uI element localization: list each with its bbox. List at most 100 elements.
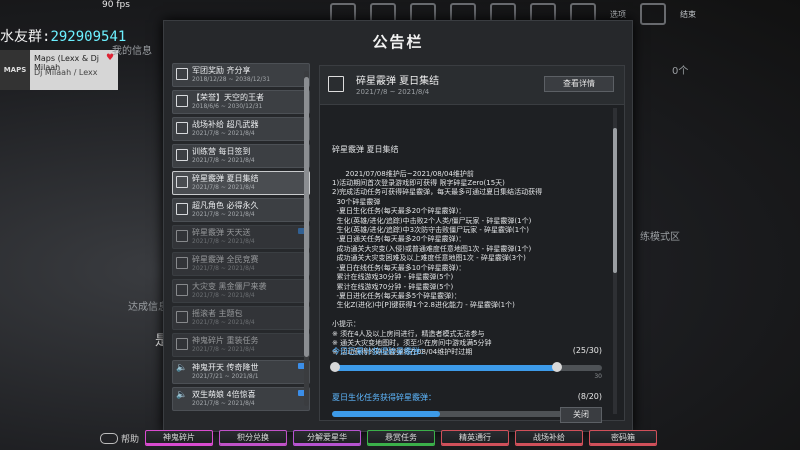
progress-bar: 30 [330, 362, 602, 380]
announcement-item[interactable]: 军团奖励 齐分享 2018/12/28 ~ 2038/12/31 [172, 63, 310, 87]
announcement-date: 2021/7/8 ~ 2021/8/4 [192, 400, 255, 407]
announcement-date: 2021/7/8 ~ 2021/8/4 [192, 184, 255, 191]
announcement-title: 碎星霰弹 夏日集结 [192, 174, 259, 183]
bottom-button[interactable]: 战场补给 [515, 430, 584, 446]
progress-end-tick: 30 [594, 373, 602, 380]
calendar-icon [176, 311, 188, 323]
progress-fill [332, 411, 440, 417]
announcement-item[interactable]: 碎星霰弹 夏日集结 2021/7/8 ~ 2021/8/4 [172, 171, 310, 195]
announcement-date: 2021/7/21 ~ 2021/8/1 [192, 373, 259, 380]
bottom-bar: 帮助 神鬼碎片 积分兑换 分解爱星华 悬赏任务 精英通行 战场补给 密码箱 [100, 426, 800, 450]
detail-scrollbar[interactable] [613, 108, 617, 414]
calendar-icon [176, 203, 188, 215]
bottom-button[interactable]: 分解爱星华 [293, 430, 362, 446]
announcement-item[interactable]: 【荣誉】天空的王者 2018/6/6 ~ 2030/12/31 [172, 90, 310, 114]
detail-title: 碎星霰弹 夏日集结 [356, 76, 440, 87]
bottom-button[interactable]: 悬赏任务 [367, 430, 436, 446]
announcement-date: 2021/7/8 ~ 2021/8/4 [192, 346, 255, 353]
announcement-item[interactable]: 🔈 双生萌娘 4倍惊喜 2021/7/8 ~ 2021/8/4 [172, 387, 310, 411]
count-label: 0个 [672, 66, 689, 77]
announcement-title: 神鬼碎片 重装任务 [192, 336, 259, 345]
announcement-item[interactable]: 碎星霰弹 天天送 2021/7/8 ~ 2021/8/4 [172, 225, 310, 249]
close-button[interactable]: 关闭 [560, 407, 602, 423]
announcement-title: 【荣誉】天空的王者 [192, 93, 264, 102]
announcement-item[interactable]: 超凡角色 必得永久 2021/7/8 ~ 2021/8/4 [172, 198, 310, 222]
progress-value: (25/30) [572, 346, 602, 355]
announcement-item[interactable]: 训练营 每日签到 2021/7/8 ~ 2021/8/4 [172, 144, 310, 168]
announcement-title: 摇滚者 主题包 [192, 309, 243, 318]
announcement-item[interactable]: 战场补给 超凡武器 2021/7/8 ~ 2021/8/4 [172, 117, 310, 141]
calendar-icon [176, 338, 188, 350]
calendar-icon [176, 230, 188, 242]
calendar-icon [176, 68, 188, 80]
fps-counter: 90 fps [102, 0, 130, 10]
help-button[interactable]: 帮助 [100, 432, 139, 445]
detail-heading: 碎星霰弹 夏日集结 [332, 144, 399, 154]
side-mode-label: 练模式区 [640, 232, 680, 243]
announcement-title: 军团奖励 齐分享 [192, 66, 251, 75]
announcement-date: 2021/7/8 ~ 2021/8/4 [192, 157, 255, 164]
stream-logo: MAPS [0, 50, 30, 90]
detail-date: 2021/7/8 ~ 2021/8/4 [356, 88, 430, 96]
calendar-icon [176, 284, 188, 296]
announcement-item[interactable]: 🔈 神鬼开天 传奇降世 2021/7/21 ~ 2021/8/1 [172, 360, 310, 384]
announcement-item[interactable]: 大灾变 黑金僵尸来袭 2021/7/8 ~ 2021/8/4 [172, 279, 310, 303]
progress-value: (8/20) [577, 392, 602, 401]
help-label: 帮助 [121, 434, 140, 445]
calendar-icon [176, 257, 188, 269]
announcement-date: 2021/7/8 ~ 2021/8/4 [192, 130, 255, 137]
announcement-date: 2018/6/6 ~ 2030/12/31 [192, 103, 263, 110]
announcement-list: 军团奖励 齐分享 2018/12/28 ~ 2038/12/31 【荣誉】天空的王者… [172, 63, 310, 419]
options-label[interactable]: 选项 [610, 9, 626, 20]
announcement-date: 2021/7/8 ~ 2021/8/4 [192, 211, 255, 218]
qq-group-overlay: 水友群:292909541 [0, 26, 126, 46]
power-icon[interactable] [640, 3, 666, 25]
speaker-icon: 🔈 [176, 390, 188, 400]
announcement-item[interactable]: 碎星霰弹 全民竞赛 2021/7/8 ~ 2021/8/4 [172, 252, 310, 276]
progress-fill [332, 365, 557, 371]
announcement-title: 双生萌娘 4倍惊喜 [192, 390, 256, 399]
progress-start-knob [330, 362, 340, 372]
bottom-button[interactable]: 密码箱 [589, 430, 658, 446]
announcement-title: 战场补给 超凡武器 [192, 120, 259, 129]
list-scroll-thumb[interactable] [304, 77, 309, 357]
exit-label[interactable]: 结束 [680, 9, 696, 20]
announcement-title: 碎星霰弹 全民竞赛 [192, 255, 259, 264]
calendar-icon [176, 149, 188, 161]
detail-scroll-thumb[interactable] [613, 128, 617, 273]
progress-end-knob [551, 362, 562, 372]
detail-header: 碎星霰弹 夏日集结 2021/7/8 ~ 2021/8/4 查看详情 [320, 66, 624, 105]
calendar-icon [176, 95, 188, 107]
announcement-date: 2021/7/8 ~ 2021/8/4 [192, 319, 255, 326]
announcement-detail: 碎星霰弹 夏日集结 2021/7/8 ~ 2021/8/4 查看详情 碎星霰弹 … [319, 65, 625, 421]
announcement-date: 2018/12/28 ~ 2038/12/31 [192, 76, 271, 83]
speaker-icon: 🔈 [176, 363, 188, 373]
calendar-icon [328, 76, 344, 92]
detail-body-text: 2021/07/08维护后~2021/08/04维护前 1)活动期间首次登录游戏… [332, 169, 543, 357]
progress-label: 今日已累计获得碎星霰弹： [332, 347, 428, 356]
announcement-date: 2021/7/8 ~ 2021/8/4 [192, 292, 255, 299]
view-details-button[interactable]: 查看详情 [544, 76, 614, 92]
stream-artist: Dj Milaah / Lexx [34, 68, 98, 77]
my-info-label: 我的信息 [112, 46, 152, 57]
calendar-icon [176, 122, 188, 134]
announcement-date: 2021/7/8 ~ 2021/8/4 [192, 265, 255, 272]
announcement-item[interactable]: 神鬼碎片 重装任务 2021/7/8 ~ 2021/8/4 [172, 333, 310, 357]
goal-info-label: 达成信息 [128, 302, 168, 313]
announcement-title: 训练营 每日签到 [192, 147, 251, 156]
stream-now-playing: MAPS Maps (Lexx & Dj Milaah ♥ Dj Milaah … [0, 50, 118, 90]
announcement-item[interactable]: 摇滚者 主题包 2021/7/8 ~ 2021/8/4 [172, 306, 310, 330]
announcement-title: 大灾变 黑金僵尸来袭 [192, 282, 267, 291]
dialog-title: 公告栏 [372, 33, 424, 51]
calendar-icon [176, 176, 188, 188]
progress-label: 夏日生化任务获得碎星霰弹： [332, 393, 436, 402]
detail-body: 碎星霰弹 夏日集结 2021/07/08维护后~2021/08/04维护前 1)… [332, 126, 602, 367]
bottom-buttons: 神鬼碎片 积分兑换 分解爱星华 悬赏任务 精英通行 战场补给 密码箱 [145, 430, 658, 446]
qq-group-label: 水友群: [0, 29, 51, 45]
bottom-button[interactable]: 精英通行 [441, 430, 510, 446]
bottom-button[interactable]: 积分兑换 [219, 430, 288, 446]
list-scrollbar[interactable] [304, 71, 309, 406]
announcement-title: 超凡角色 必得永久 [192, 201, 259, 210]
bottom-button[interactable]: 神鬼碎片 [145, 430, 214, 446]
announcement-date: 2021/7/8 ~ 2021/8/4 [192, 238, 255, 245]
